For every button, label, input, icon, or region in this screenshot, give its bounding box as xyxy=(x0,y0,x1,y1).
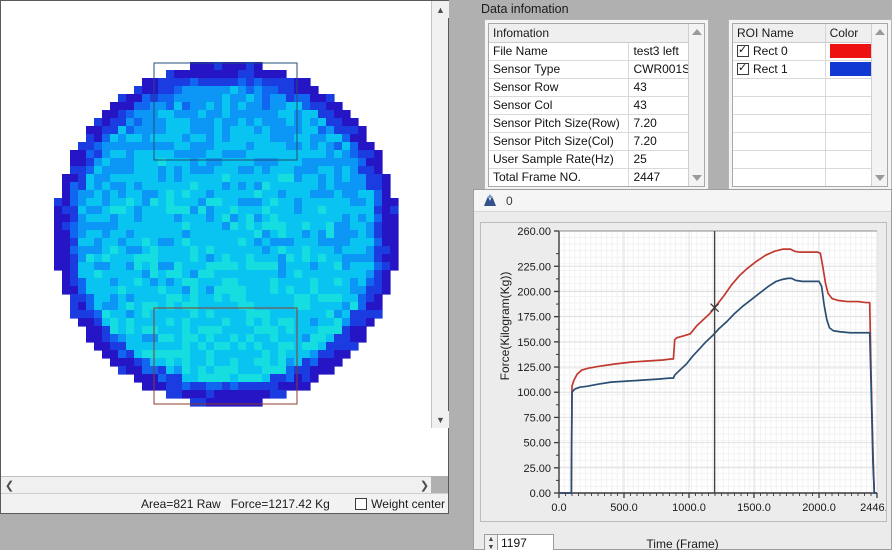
info-row-label: Sensor Type xyxy=(489,60,630,79)
x-tick-label: 500.0 xyxy=(610,502,638,514)
x-tick-label: 1500.0 xyxy=(737,502,771,514)
table-row-empty[interactable] xyxy=(733,78,887,97)
info-row-label: Sensor Pitch Size(Col) xyxy=(489,132,630,151)
table-row-empty[interactable] xyxy=(733,168,887,186)
y-tick-label: 175.00 xyxy=(517,312,551,324)
roi-name-cell[interactable]: Rect 0 xyxy=(733,42,826,61)
frame-spinner[interactable]: ▲ ▼ 1197 xyxy=(484,534,554,550)
y-tick-label: 225.00 xyxy=(517,261,551,273)
map-horizontal-scrollbar[interactable]: ❮ ❯ xyxy=(1,476,433,493)
y-tick-label: 150.00 xyxy=(517,337,551,349)
scroll-up-icon[interactable] xyxy=(875,29,885,35)
roi-name-cell[interactable]: Rect 1 xyxy=(733,60,826,79)
y-tick-label: 50.00 xyxy=(523,438,551,450)
data-information-title: Data infomation xyxy=(481,2,569,16)
table-row[interactable]: Total Frame NO. 2447 xyxy=(489,168,704,186)
information-table[interactable]: Infomation File Name test3 left Sensor Typ… xyxy=(488,23,705,187)
roi-visibility-checkbox[interactable] xyxy=(737,43,749,57)
table-row-empty[interactable] xyxy=(733,186,887,187)
chart-toolbar: 0 xyxy=(474,190,891,212)
table-row[interactable]: Sensor Pitch Size(Row) 7.20 xyxy=(489,114,704,133)
status-bar: Area=821 Raw Force=1217.42 Kg Weight cen… xyxy=(1,493,448,513)
chevron-up-icon[interactable]: ▲ xyxy=(432,1,449,18)
table-row[interactable]: Sensor Pitch Size(Col) 7.20 xyxy=(489,132,704,151)
table-row-empty[interactable] xyxy=(733,96,887,115)
empty-cell xyxy=(733,96,826,115)
frame-spinner-value[interactable]: 1197 xyxy=(498,534,554,550)
empty-cell xyxy=(733,168,826,186)
roi-table[interactable]: ROI NameColor Rect 0Rect 1 xyxy=(732,23,888,187)
roi-visibility-checkbox[interactable] xyxy=(737,61,749,75)
info-row-label: Sensor Col xyxy=(489,96,630,115)
scroll-down-icon[interactable] xyxy=(692,175,702,181)
empty-cell xyxy=(733,78,826,97)
frame-spinner-buttons[interactable]: ▲ ▼ xyxy=(484,534,498,550)
chart-plot-area[interactable]: 0.00 25.00 50.00 75.00 100.00 125.00 150.00 175… xyxy=(480,222,887,522)
pressure-map-svg xyxy=(54,62,399,407)
spinner-down-icon[interactable]: ▼ xyxy=(485,543,497,550)
roi-table-panel: ROI NameColor Rect 0Rect 1 xyxy=(728,19,892,191)
y-tick-label: 200.00 xyxy=(517,286,551,298)
x-tick-label: 2446.0 xyxy=(860,502,886,514)
pressure-map-canvas[interactable] xyxy=(2,2,432,426)
table-row-empty[interactable] xyxy=(733,114,887,133)
table-row-empty[interactable] xyxy=(733,132,887,151)
x-tick-label: 0.0 xyxy=(551,502,566,514)
x-tick-label: 2000.0 xyxy=(802,502,836,514)
table-row[interactable]: File Name test3 left xyxy=(489,42,704,61)
scroll-down-icon[interactable] xyxy=(875,175,885,181)
empty-cell xyxy=(733,186,825,187)
info-row-label: File Name xyxy=(489,42,630,61)
information-table-scrollbar[interactable] xyxy=(688,24,704,186)
chevron-down-icon[interactable]: ▼ xyxy=(432,411,449,428)
y-tick-label: 260.00 xyxy=(517,226,551,238)
map-vertical-scrollbar[interactable]: ▲ ▼ xyxy=(431,1,449,428)
table-row[interactable]: Rect 0 xyxy=(733,42,887,61)
information-table-panel: Infomation File Name test3 left Sensor Typ… xyxy=(484,19,709,191)
chart-svg: 0.00 25.00 50.00 75.00 100.00 125.00 150.00 175… xyxy=(517,226,886,514)
roi-name-label: Rect 0 xyxy=(753,44,788,58)
status-metrics: Area=821 Raw Force=1217.42 Kg xyxy=(141,496,330,511)
weight-center-checkbox[interactable]: Weight center xyxy=(355,497,445,511)
empty-cell xyxy=(733,132,826,151)
info-row-label: Total Frame NO. xyxy=(489,168,630,186)
y-tick-label: 75.00 xyxy=(523,412,551,424)
roi-table-scrollbar[interactable] xyxy=(871,24,887,186)
roi-name-label: Rect 1 xyxy=(753,62,788,76)
y-tick-label: 100.00 xyxy=(517,387,551,399)
table-row[interactable]: Sensor Col 43 xyxy=(489,96,704,115)
info-row-label: User Sample Rate(Hz) xyxy=(489,150,630,169)
empty-cell xyxy=(825,186,886,187)
info-row-label: Sensor Pitch Size(Row) xyxy=(489,114,630,133)
chart-y-axis-label: Force(Kilogram(Kg)) xyxy=(498,271,512,381)
table-row[interactable]: Rect 1 xyxy=(733,60,887,79)
cursor-crosshair-icon[interactable] xyxy=(482,193,499,208)
y-tick-label: 125.00 xyxy=(517,362,551,374)
empty-cell xyxy=(733,150,826,169)
weight-center-checkbox-box[interactable] xyxy=(355,497,368,510)
scroll-up-icon[interactable] xyxy=(692,29,702,35)
pressure-map-panel: ▲ ▼ ❮ ❯ Area=821 Raw Force=1217.42 Kg We… xyxy=(0,0,449,514)
info-row-label: Sensor Row xyxy=(489,78,630,97)
table-row-empty[interactable] xyxy=(733,150,887,169)
empty-cell xyxy=(733,114,826,133)
roi-column-header[interactable]: ROI Name xyxy=(733,24,826,43)
y-tick-label: 25.00 xyxy=(523,463,551,475)
chart-cursor-count: 0 xyxy=(506,193,513,208)
information-table-header: Infomation xyxy=(489,24,704,43)
spinner-up-icon[interactable]: ▲ xyxy=(485,535,497,543)
weight-center-label: Weight center xyxy=(371,496,445,511)
table-row[interactable]: User Sample Rate(Hz) 25 xyxy=(489,150,704,169)
table-row[interactable]: Sensor Type CWR001S xyxy=(489,60,704,79)
force-chart-panel: 0 0.00 25.00 50.00 75.00 100.00 125.00 150.00 1… xyxy=(473,189,892,550)
scrollbar-corner xyxy=(431,476,448,493)
x-tick-label: 1000.0 xyxy=(672,502,706,514)
y-tick-label: 0.00 xyxy=(530,488,551,500)
table-row[interactable]: Sensor Row 43 xyxy=(489,78,704,97)
chevron-left-icon[interactable]: ❮ xyxy=(1,477,18,494)
